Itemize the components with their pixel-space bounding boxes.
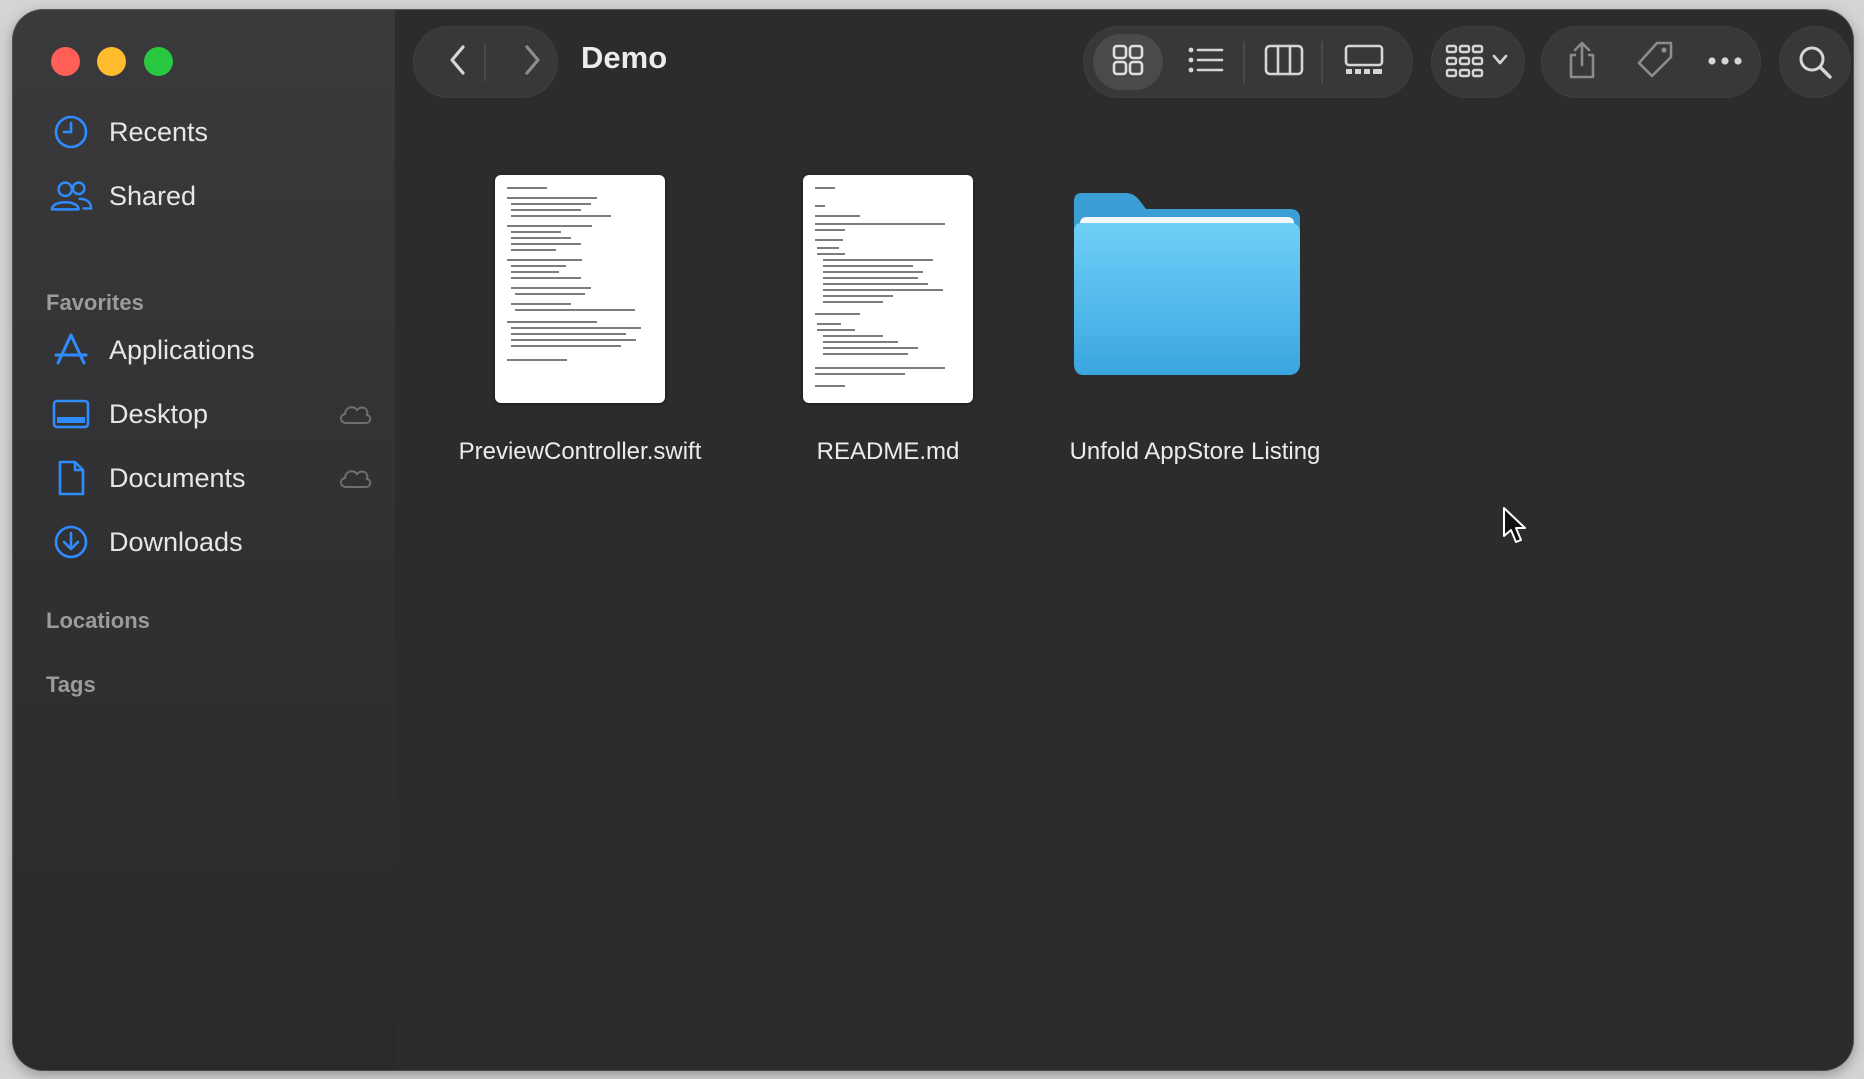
close-button[interactable] [51, 47, 80, 76]
sidebar: Recents Shared Favorites Applications De… [13, 10, 395, 1070]
forward-button[interactable] [507, 40, 557, 84]
more-button[interactable] [1697, 34, 1753, 90]
group-by-button[interactable] [1431, 26, 1525, 98]
sidebar-item-label: Documents [109, 462, 246, 493]
column-view-button[interactable] [1251, 34, 1317, 90]
icon-view-icon [1111, 43, 1145, 82]
app-store-icon [49, 328, 93, 372]
file-item-readme[interactable]: README.md [743, 165, 1033, 475]
search-button[interactable] [1779, 26, 1851, 98]
icloud-icon [337, 399, 373, 434]
ellipsis-icon [1707, 53, 1743, 71]
tag-icon [1635, 40, 1675, 85]
window-title: Demo [581, 40, 668, 75]
sidebar-item-documents[interactable]: Documents [49, 454, 379, 502]
chevron-down-icon [1491, 53, 1509, 72]
sidebar-item-label: Downloads [109, 526, 243, 557]
group-by-icon [1445, 44, 1485, 85]
sidebar-item-shared[interactable]: Shared [49, 172, 379, 220]
divider [484, 43, 486, 81]
file-item-previewcontroller[interactable]: PreviewController.swift [435, 165, 725, 475]
icon-view-button[interactable] [1093, 34, 1163, 90]
locations-header[interactable]: Locations [46, 608, 150, 634]
search-icon [1797, 44, 1833, 85]
file-name: PreviewController.swift [458, 438, 702, 465]
minimize-button[interactable] [97, 47, 126, 76]
finder-window: Recents Shared Favorites Applications De… [13, 10, 1853, 1070]
people-icon [49, 174, 93, 218]
sidebar-item-label: Recents [109, 116, 209, 147]
gallery-view-icon [1344, 44, 1384, 81]
sidebar-item-applications[interactable]: Applications [49, 326, 379, 374]
favorites-header: Favorites [46, 290, 144, 315]
mouse-pointer-icon [1502, 506, 1528, 551]
chevron-left-icon [447, 43, 469, 82]
list-view-button[interactable] [1173, 34, 1239, 90]
download-icon [49, 520, 93, 564]
share-icon [1566, 40, 1598, 85]
document-icon [49, 456, 93, 500]
divider [1243, 41, 1245, 83]
sidebar-item-recents[interactable]: Recents [49, 108, 379, 156]
clock-icon [49, 110, 93, 154]
chevron-right-icon [521, 43, 543, 82]
icloud-icon [337, 463, 373, 498]
sidebar-item-label: Applications [109, 334, 255, 365]
tag-button[interactable] [1625, 34, 1685, 90]
folder-icon [1066, 187, 1306, 392]
column-view-icon [1264, 44, 1304, 81]
share-button[interactable] [1553, 34, 1611, 90]
tags-header[interactable]: Tags [46, 672, 96, 698]
document-thumbnail [495, 175, 665, 403]
sidebar-item-label: Desktop [109, 398, 209, 429]
list-view-icon [1187, 45, 1225, 80]
maximize-button[interactable] [144, 47, 173, 76]
gallery-view-button[interactable] [1329, 34, 1399, 90]
file-name: README.md [816, 438, 960, 465]
desktop-icon [49, 392, 93, 436]
sidebar-item-downloads[interactable]: Downloads [49, 518, 379, 566]
divider [1321, 41, 1323, 83]
sidebar-item-desktop[interactable]: Desktop [49, 390, 379, 438]
document-thumbnail [803, 175, 973, 403]
back-button[interactable] [433, 40, 483, 84]
folder-item-unfold-appstore-listing[interactable]: Unfold AppStore Listing [1050, 165, 1340, 475]
folder-name: Unfold AppStore Listing [1069, 438, 1321, 465]
sidebar-item-label: Shared [109, 180, 197, 211]
